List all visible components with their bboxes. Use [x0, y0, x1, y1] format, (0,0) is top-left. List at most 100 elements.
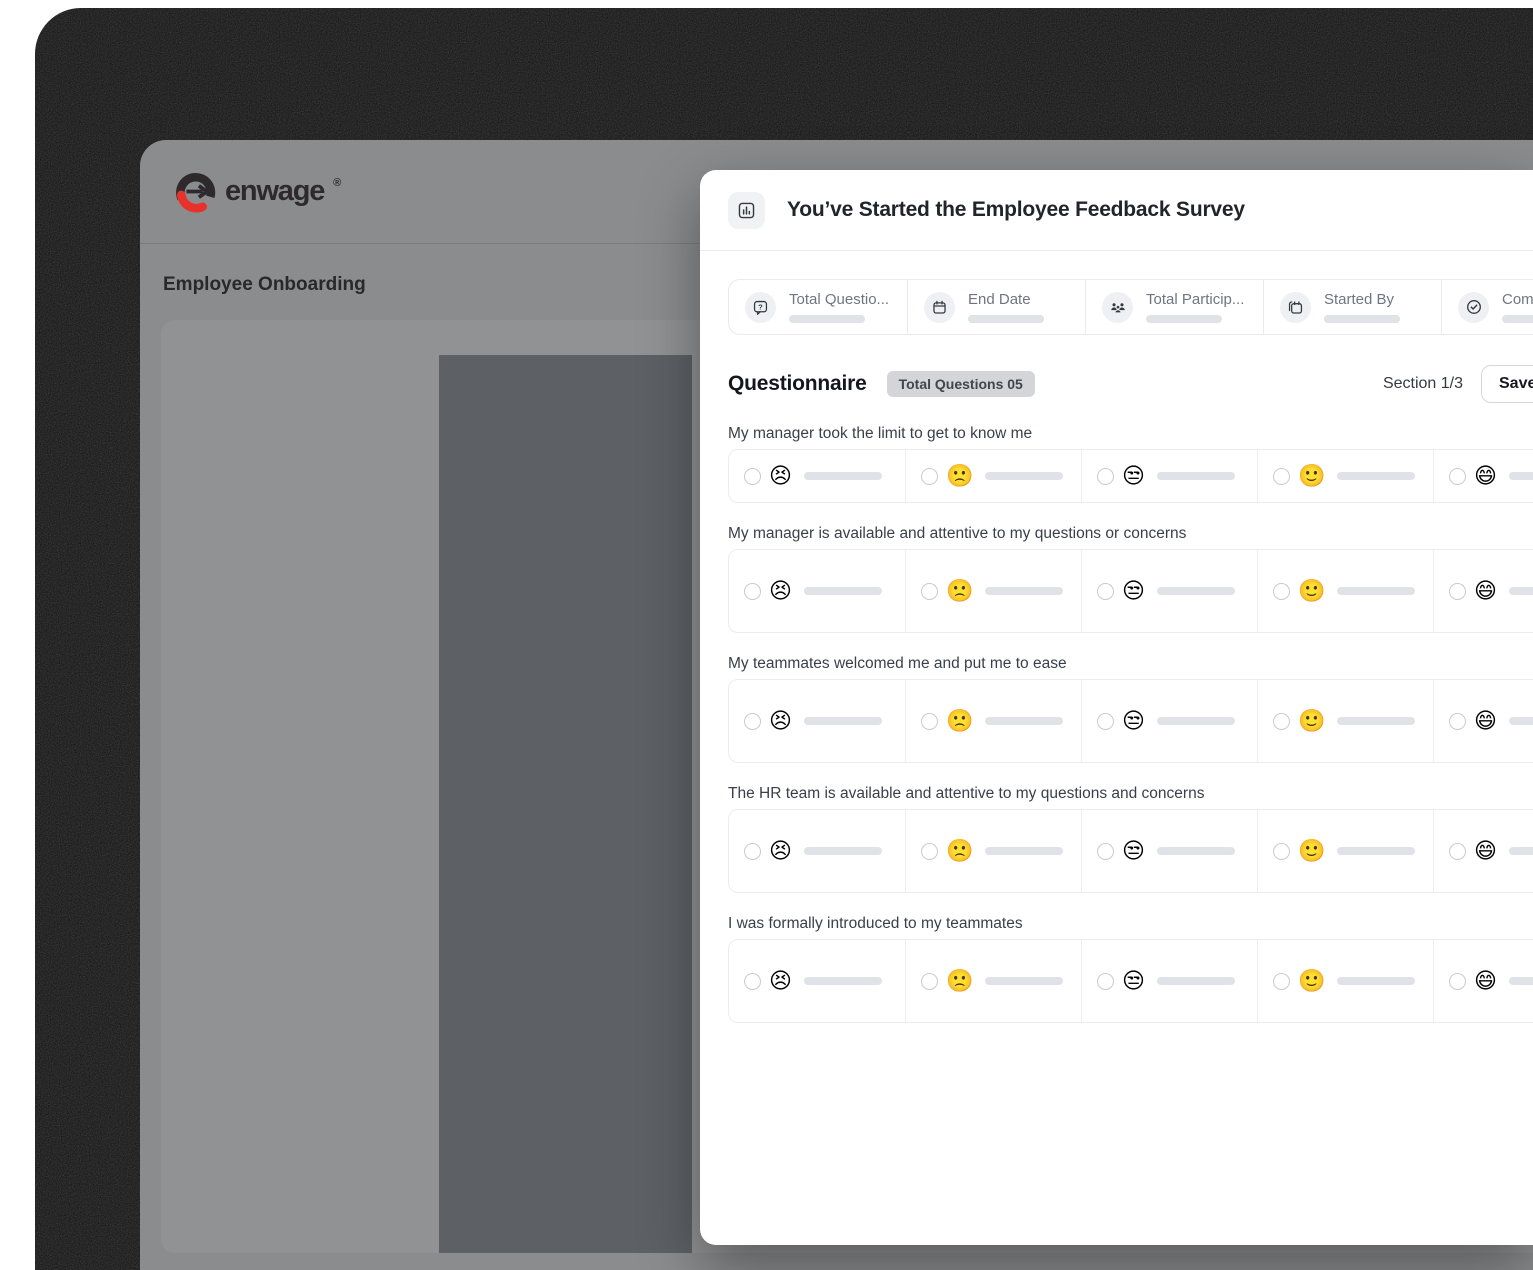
rating-option-3[interactable]: 😒 [1081, 810, 1257, 892]
rating-option-5[interactable]: 😄 [1433, 680, 1533, 762]
unamused-face-icon: 😒 [1122, 838, 1145, 863]
rating-option-4[interactable]: 🙂 [1257, 680, 1433, 762]
radio-button[interactable] [1097, 582, 1114, 600]
radio-button[interactable] [744, 972, 761, 990]
radio-button[interactable] [1097, 712, 1114, 730]
radio-button[interactable] [1097, 467, 1114, 485]
rating-option-1[interactable]: 😣 [729, 450, 905, 502]
radio-button[interactable] [744, 582, 761, 600]
question-text: My manager is available and attentive to… [728, 525, 1187, 542]
unamused-face-icon: 😒 [1122, 968, 1145, 993]
rating-option-5[interactable]: 😄 [1433, 450, 1533, 502]
option-label-placeholder [803, 977, 882, 985]
option-label-placeholder [1337, 717, 1416, 725]
radio-button[interactable] [1097, 972, 1114, 990]
survey-question-1: My manager took the limit to get to know… [728, 425, 1533, 503]
radio-button[interactable] [1449, 582, 1466, 600]
option-label-placeholder [803, 847, 882, 855]
persevering-face-icon: 😣 [769, 463, 792, 488]
radio-button[interactable] [1449, 972, 1466, 990]
rating-option-1[interactable]: 😣 [729, 550, 905, 632]
stat-value-placeholder [968, 315, 1044, 323]
rating-option-2[interactable]: 🙁 [905, 940, 1081, 1022]
rating-option-5[interactable]: 😄 [1433, 550, 1533, 632]
radio-button[interactable] [1273, 712, 1290, 730]
question-text: I was formally introduced to my teammate… [728, 915, 1023, 932]
rating-option-2[interactable]: 🙁 [905, 450, 1081, 502]
rating-option-5[interactable]: 😄 [1433, 940, 1533, 1022]
slightly-frowning-face-icon: 🙁 [946, 838, 974, 863]
stat-card-0: ? Total Questio... [729, 280, 907, 334]
modal-title: You’ve Started the Employee Feedback Sur… [787, 198, 1245, 221]
check-circle-icon [1458, 291, 1489, 323]
slightly-frowning-face-icon: 🙁 [946, 578, 974, 603]
option-label-placeholder [1337, 977, 1416, 985]
rating-option-2[interactable]: 🙁 [905, 810, 1081, 892]
option-label-placeholder [1156, 977, 1235, 985]
rating-option-3[interactable]: 😒 [1081, 550, 1257, 632]
rating-option-3[interactable]: 😒 [1081, 940, 1257, 1022]
radio-button[interactable] [1449, 467, 1466, 485]
slightly-frowning-face-icon: 🙁 [946, 968, 974, 993]
question-bubble-icon: ? [745, 291, 776, 323]
stat-card-2: Total Particip... [1085, 280, 1263, 334]
rating-options-row: 😣 🙁 😒 🙂 😄 [728, 939, 1533, 1023]
rating-option-1[interactable]: 😣 [729, 810, 905, 892]
radio-button[interactable] [1097, 842, 1114, 860]
radio-button[interactable] [1449, 712, 1466, 730]
radio-button[interactable] [744, 467, 761, 485]
stat-value-placeholder [1502, 315, 1533, 323]
radio-button[interactable] [744, 842, 761, 860]
option-label-placeholder [1508, 847, 1533, 855]
option-label-placeholder [985, 977, 1064, 985]
option-label-placeholder [1337, 847, 1416, 855]
slightly-smiling-face-icon: 🙂 [1298, 578, 1326, 603]
stat-label: Comp [1502, 291, 1533, 308]
option-label-placeholder [1508, 472, 1533, 480]
rating-option-2[interactable]: 🙁 [905, 550, 1081, 632]
radio-button[interactable] [921, 467, 938, 485]
survey-modal: You’ve Started the Employee Feedback Sur… [700, 170, 1533, 1245]
rating-option-4[interactable]: 🙂 [1257, 810, 1433, 892]
questionnaire-title: Questionnaire [728, 372, 867, 395]
rating-option-1[interactable]: 😣 [729, 940, 905, 1022]
option-label-placeholder [985, 717, 1064, 725]
survey-stats-row: ? Total Questio... End Date Total Particip.… [728, 279, 1533, 335]
rating-option-5[interactable]: 😄 [1433, 810, 1533, 892]
grinning-face-with-smiling-eyes-icon: 😄 [1474, 708, 1497, 733]
rating-option-3[interactable]: 😒 [1081, 680, 1257, 762]
rating-option-4[interactable]: 🙂 [1257, 940, 1433, 1022]
rating-options-row: 😣 🙁 😒 🙂 😄 [728, 679, 1533, 763]
radio-button[interactable] [744, 712, 761, 730]
save-button[interactable]: Save [1481, 365, 1533, 403]
radio-button[interactable] [921, 582, 938, 600]
enwage-logo-icon [176, 172, 216, 212]
brand-wordmark: enwage [225, 175, 325, 207]
slightly-frowning-face-icon: 🙁 [946, 463, 974, 488]
radio-button[interactable] [921, 972, 938, 990]
radio-button[interactable] [1273, 467, 1290, 485]
rating-option-2[interactable]: 🙁 [905, 680, 1081, 762]
radio-button[interactable] [1449, 842, 1466, 860]
stat-label: Total Particip... [1146, 291, 1245, 308]
stat-value-placeholder [1324, 315, 1400, 323]
option-label-placeholder [1156, 587, 1235, 595]
rating-option-4[interactable]: 🙂 [1257, 450, 1433, 502]
rating-option-3[interactable]: 😒 [1081, 450, 1257, 502]
survey-question-5: I was formally introduced to my teammate… [728, 915, 1533, 1023]
radio-button[interactable] [1273, 842, 1290, 860]
stat-card-4: Comp [1441, 280, 1533, 334]
stat-label: Started By [1324, 291, 1395, 308]
rating-option-4[interactable]: 🙂 [1257, 550, 1433, 632]
radio-button[interactable] [1273, 972, 1290, 990]
radio-button[interactable] [1273, 582, 1290, 600]
rating-options-row: 😣 🙁 😒 🙂 😄 [728, 809, 1533, 893]
enwage-logo: enwage ® [175, 171, 341, 213]
stat-card-3: Started By [1263, 280, 1441, 334]
option-label-placeholder [985, 472, 1064, 480]
radio-button[interactable] [921, 842, 938, 860]
radio-button[interactable] [921, 712, 938, 730]
unamused-face-icon: 😒 [1122, 578, 1145, 603]
rating-option-1[interactable]: 😣 [729, 680, 905, 762]
grinning-face-with-smiling-eyes-icon: 😄 [1474, 463, 1497, 488]
